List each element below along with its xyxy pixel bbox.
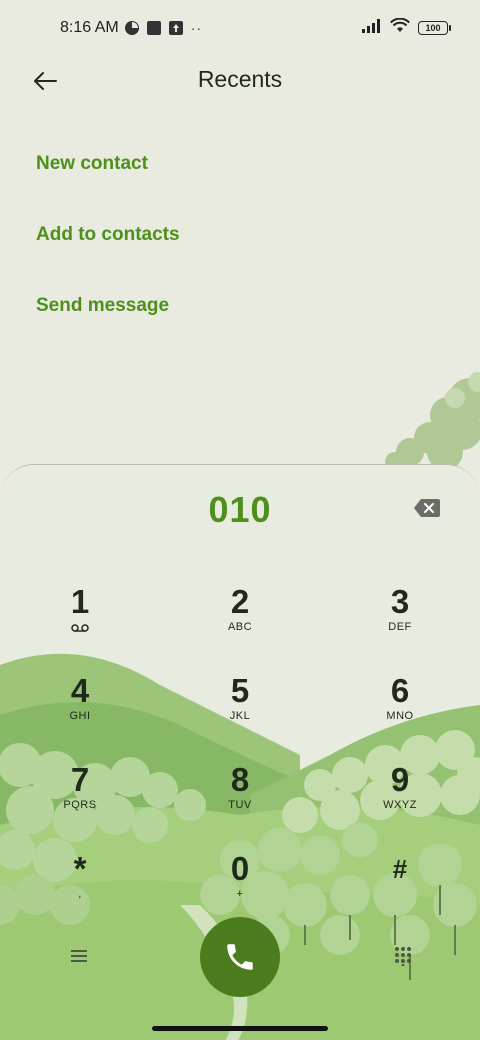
backspace-button[interactable]	[412, 497, 442, 519]
notification-square-icon	[146, 21, 161, 35]
dialpad-panel: 010 1 2 ABC 3 DEF 4 GHI 5 JKL 6 MNO 7 PQ…	[0, 464, 480, 1040]
signal-icon	[362, 18, 382, 38]
battery-icon: 100	[418, 21, 451, 35]
dialpad-grid-icon	[395, 947, 411, 966]
status-bar: 8:16 AM ·· 100	[0, 0, 480, 56]
wifi-icon	[390, 17, 410, 38]
page-title: Recents	[197, 66, 283, 92]
home-indicator[interactable]	[152, 1026, 328, 1031]
key-digit: 0	[230, 850, 250, 887]
add-to-contacts-option[interactable]: Add to contacts	[36, 199, 180, 270]
upload-icon	[168, 21, 183, 35]
key-digit: 9	[390, 761, 410, 798]
key-letters: ABC	[227, 621, 253, 633]
key-6[interactable]: 6 MNO	[350, 672, 450, 752]
app-header: Recents	[0, 56, 480, 106]
send-message-option[interactable]: Send message	[36, 270, 180, 341]
phone-icon	[227, 944, 253, 970]
key-letters: ,	[78, 888, 82, 900]
key-digit: #	[392, 854, 408, 884]
key-digit: 7	[70, 761, 90, 798]
key-letters: JKL	[229, 710, 251, 722]
key-digit: 1	[70, 583, 90, 620]
menu-list: New contact Add to contacts Send message	[36, 128, 180, 341]
key-digit: 5	[230, 672, 250, 709]
key-hash[interactable]: #	[350, 850, 450, 930]
dialpad-toggle-button[interactable]	[388, 943, 418, 969]
key-letters: PQRS	[63, 799, 97, 811]
backspace-icon	[414, 499, 440, 517]
key-letters: DEF	[388, 621, 412, 633]
call-button[interactable]	[200, 917, 280, 997]
key-digit: 2	[230, 583, 250, 620]
key-letters: GHI	[69, 710, 91, 722]
key-letters: MNO	[386, 710, 414, 722]
voicemail-icon	[71, 624, 89, 632]
status-time: 8:16 AM	[60, 19, 119, 36]
key-digit: 4	[70, 672, 90, 709]
new-contact-option[interactable]: New contact	[36, 128, 180, 199]
menu-button[interactable]	[64, 943, 94, 969]
key-9[interactable]: 9 WXYZ	[350, 761, 450, 841]
key-digit: 8	[230, 761, 250, 798]
key-2[interactable]: 2 ABC	[190, 583, 290, 663]
key-letters: WXYZ	[383, 799, 417, 811]
key-letters: +	[236, 888, 244, 900]
key-5[interactable]: 5 JKL	[190, 672, 290, 752]
notification-app-icon	[124, 21, 139, 35]
key-star[interactable]: * ,	[30, 850, 130, 930]
key-1[interactable]: 1	[30, 583, 130, 663]
key-digit: *	[73, 850, 87, 887]
key-4[interactable]: 4 GHI	[30, 672, 130, 752]
key-3[interactable]: 3 DEF	[350, 583, 450, 663]
key-7[interactable]: 7 PQRS	[30, 761, 130, 841]
dialed-number[interactable]: 010	[0, 489, 480, 531]
key-8[interactable]: 8 TUV	[190, 761, 290, 841]
key-letters: TUV	[228, 799, 252, 811]
more-notifications-icon: ··	[190, 20, 203, 36]
key-digit: 6	[390, 672, 410, 709]
key-digit: 3	[390, 583, 410, 620]
menu-lines-icon	[71, 950, 87, 962]
